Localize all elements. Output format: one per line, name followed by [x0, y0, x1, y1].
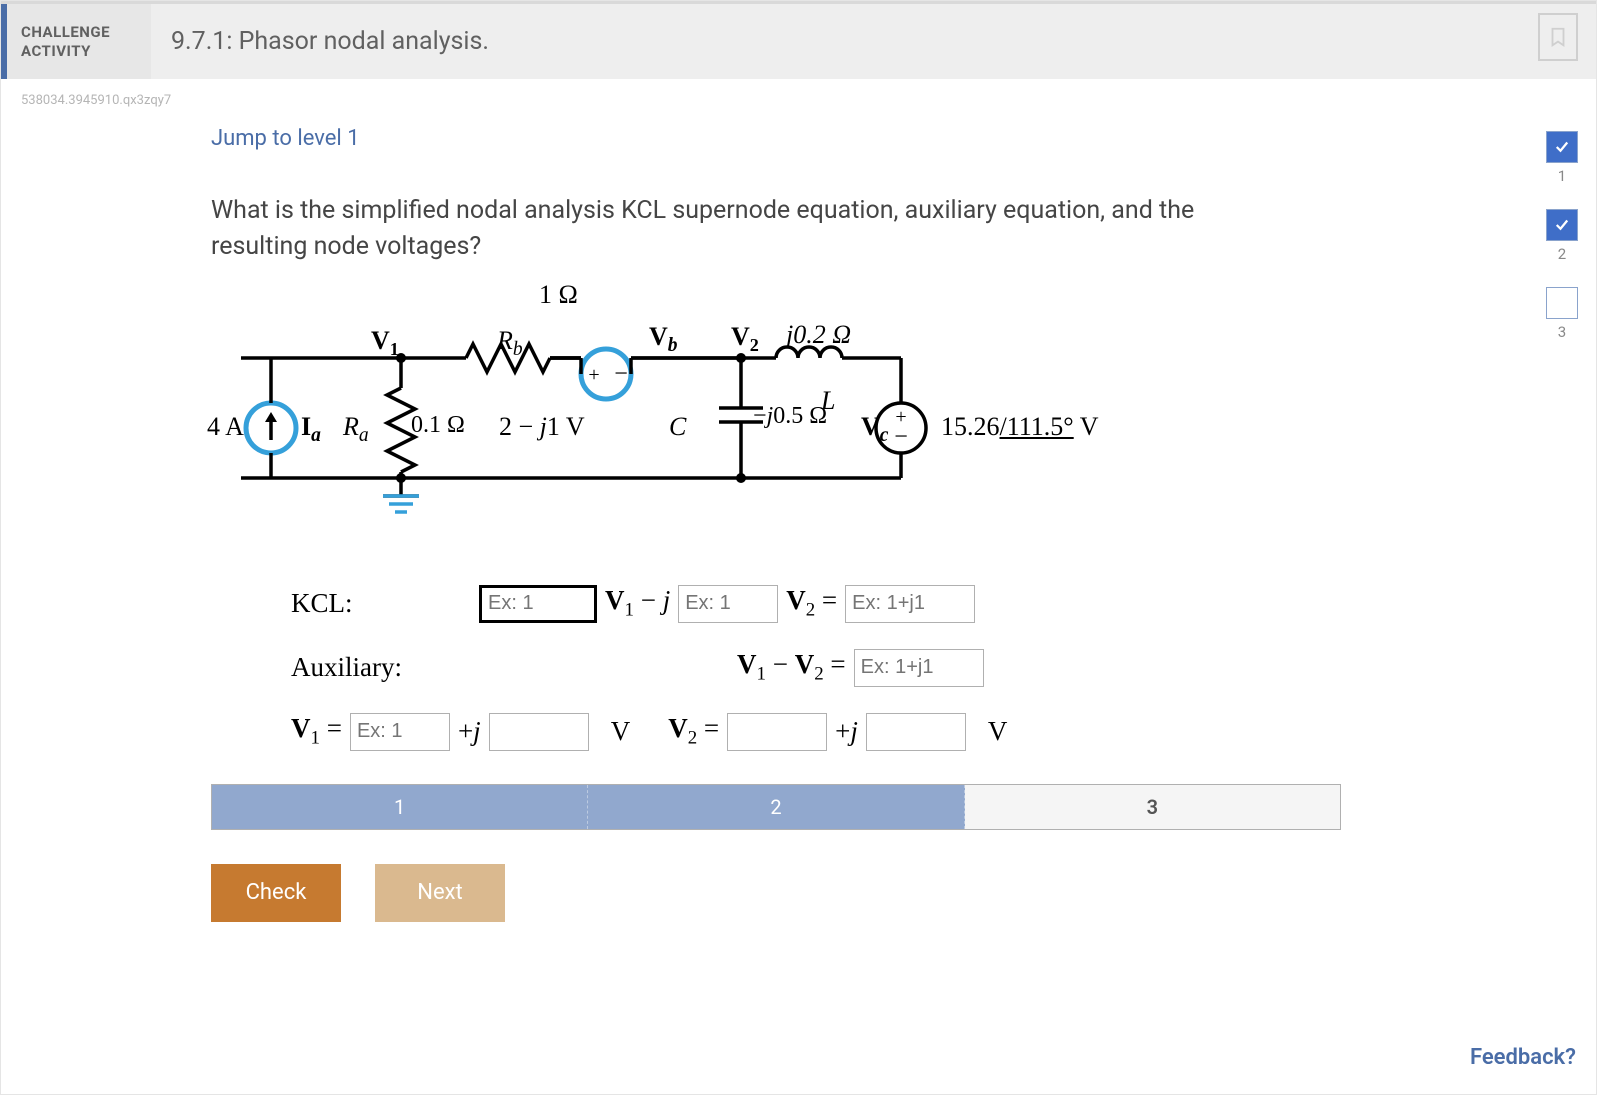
kcl-row: KCL: V1 − j V2 =	[291, 582, 1201, 626]
lbl-Vc-src: 15.26/111.5° V	[941, 412, 1099, 442]
plus-j-1: +j	[458, 716, 481, 747]
level-indicator-3: 3	[1546, 287, 1578, 341]
lbl-C: C	[669, 412, 686, 442]
level-indicator-1: 1	[1546, 131, 1578, 185]
svg-text:−: −	[614, 361, 628, 387]
v1-real-input[interactable]	[350, 713, 450, 751]
circuit-diagram: + − + − 1 Ω V1 Rb	[201, 278, 1251, 558]
unit-v-2: V	[988, 716, 1008, 747]
v1-imag-input[interactable]	[489, 713, 589, 751]
question-id: 538034.3945910.qx3zqy7	[1, 79, 1596, 108]
kcl-text-2: V2 =	[786, 585, 837, 621]
v2-imag-input[interactable]	[866, 713, 966, 751]
progress-bar: 1 2 3	[211, 784, 1341, 830]
lbl-j02: j0.2 Ω	[786, 320, 851, 350]
lbl-V1: V1	[371, 326, 399, 360]
current-level-icon	[1546, 287, 1578, 319]
badge-line-2: ACTIVITY	[21, 42, 137, 61]
progress-seg-1[interactable]: 1	[212, 785, 588, 829]
lbl-Vc: Vc	[861, 412, 888, 447]
feedback-link[interactable]: Feedback?	[1470, 1045, 1576, 1070]
level-indicator-2: 2	[1546, 209, 1578, 263]
check-icon	[1546, 131, 1578, 163]
aux-rhs-input[interactable]	[854, 649, 984, 687]
lbl-V2: V2	[731, 322, 759, 356]
lbl-Ia: Ia	[301, 412, 321, 447]
aux-label: Auxiliary:	[291, 652, 471, 683]
v2-eq-label: V2 =	[668, 713, 719, 749]
kcl-text-1: V1 − j	[605, 585, 670, 621]
results-row: V1 = +j V V2 = +j V	[291, 710, 1201, 754]
aux-text: V1 − V2 =	[737, 649, 846, 685]
jump-to-level-link[interactable]: Jump to level 1	[211, 126, 360, 151]
lbl-L: L	[821, 386, 835, 416]
kcl-coef-v1-input[interactable]	[479, 585, 597, 623]
level-num-2: 2	[1558, 245, 1566, 263]
bookmark-button[interactable]	[1538, 13, 1578, 61]
equation-area: KCL: V1 − j V2 = Auxiliary: V1 − V2 = V1…	[211, 582, 1201, 754]
plus-j-2: +j	[835, 716, 858, 747]
check-button[interactable]: Check	[211, 864, 341, 922]
svg-text:−: −	[894, 424, 908, 450]
v1-eq-label: V1 =	[291, 713, 342, 749]
activity-title: 9.7.1: Phasor nodal analysis.	[151, 4, 489, 79]
challenge-badge: CHALLENGE ACTIVITY	[1, 4, 151, 79]
v2-real-input[interactable]	[727, 713, 827, 751]
kcl-rhs-input[interactable]	[845, 585, 975, 623]
header-bar: CHALLENGE ACTIVITY 9.7.1: Phasor nodal a…	[1, 1, 1596, 79]
lbl-Vb: Vb	[649, 322, 678, 357]
unit-v-1: V	[611, 716, 631, 747]
lbl-cap-val: −j0.5 Ω	[753, 403, 827, 430]
progress-seg-2[interactable]: 2	[588, 785, 964, 829]
lbl-4A: 4 A	[207, 412, 244, 442]
next-button[interactable]: Next	[375, 864, 505, 922]
lbl-Vb-src: 2 − j1 V	[499, 412, 585, 442]
lbl-Ra-val: 0.1 Ω	[411, 412, 465, 439]
level-num-3: 3	[1558, 323, 1566, 341]
kcl-coef-v2-input[interactable]	[678, 585, 778, 623]
question-prompt: What is the simplified nodal analysis KC…	[211, 193, 1201, 266]
svg-text:+: +	[588, 364, 599, 386]
lbl-Rb: Rb	[497, 326, 523, 361]
kcl-label: KCL:	[291, 588, 471, 619]
check-icon	[1546, 209, 1578, 241]
level-indicators: 1 2 3	[1546, 131, 1578, 341]
aux-row: Auxiliary: V1 − V2 =	[291, 646, 1201, 690]
level-num-1: 1	[1558, 167, 1566, 185]
lbl-1ohm: 1 Ω	[539, 280, 578, 310]
lbl-Ra: Ra	[343, 412, 369, 447]
badge-line-1: CHALLENGE	[21, 23, 137, 42]
progress-seg-3[interactable]: 3	[965, 785, 1340, 829]
